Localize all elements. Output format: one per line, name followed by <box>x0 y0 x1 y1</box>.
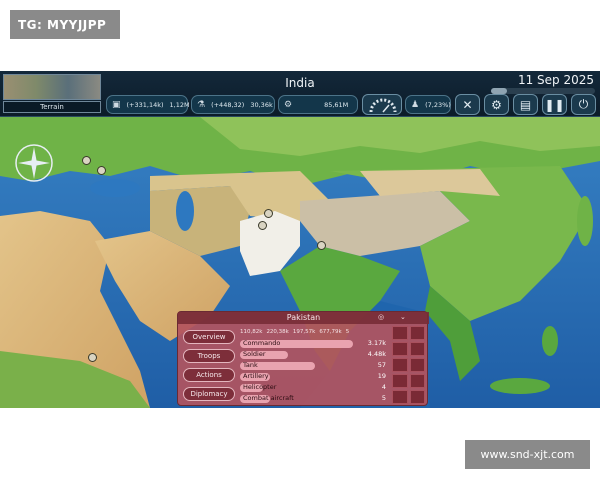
overview-tab[interactable]: Overview <box>183 330 235 344</box>
save-button[interactable]: ▤ <box>513 94 538 115</box>
resource-row: 110,82k 220,38k 197,57k 677,79k 5 <box>240 327 390 336</box>
unit-slot[interactable] <box>392 390 408 404</box>
target-icon[interactable]: ◎ <box>378 313 384 321</box>
unit-name: Helicopter <box>243 383 277 391</box>
money-income: (+331,14k) <box>126 100 164 109</box>
unit-count: 4 <box>381 383 386 391</box>
unit-slot[interactable] <box>392 326 408 340</box>
game-view[interactable]: Terrain India 11 Sep 2025 ▣ (+331,14k) 1… <box>0 71 600 408</box>
money-stat[interactable]: ▣ (+331,14k) 1,12M <box>106 95 190 114</box>
tools-icon: ✕ <box>462 97 473 112</box>
unit-slot[interactable] <box>409 342 425 356</box>
money-total: 1,12M <box>169 100 190 109</box>
unit-count: 3.17k <box>367 339 386 347</box>
resource-value: 110,82k <box>240 328 263 335</box>
diplomacy-tab[interactable]: Diplomacy <box>183 387 235 401</box>
power-button[interactable]: ⏻ <box>571 94 596 115</box>
unit-name: Combat aircraft <box>243 394 294 402</box>
compass-icon[interactable] <box>14 143 54 183</box>
country-panel: Pakistan ◎ ⌄ Overview Troops Actions Dip… <box>177 311 429 406</box>
science-income: (+448,32) <box>211 100 245 109</box>
russia-land <box>200 117 600 156</box>
approval-value: (7,23%) <box>425 100 451 109</box>
settings-button[interactable]: ⚙ <box>484 94 509 115</box>
unit-marker[interactable] <box>88 353 97 362</box>
unit-slot[interactable] <box>392 358 408 372</box>
unit-slot[interactable] <box>409 374 425 388</box>
collapse-icon[interactable]: ⌄ <box>400 313 406 321</box>
unit-row[interactable]: Helicopter 4 <box>240 383 390 392</box>
population-total: 85,61M <box>324 100 349 109</box>
unit-count: 5 <box>381 394 386 402</box>
unit-name: Soldier <box>243 350 266 358</box>
pause-icon: ❚❚ <box>544 97 565 112</box>
flask-icon: ⚗ <box>197 99 206 110</box>
unit-slot[interactable] <box>409 390 425 404</box>
unit-marker[interactable] <box>82 156 91 165</box>
actions-tab[interactable]: Actions <box>183 368 235 382</box>
unit-count: 19 <box>377 372 386 380</box>
unit-slot[interactable] <box>392 374 408 388</box>
approval-icon: ♟ <box>411 99 420 110</box>
unit-marker[interactable] <box>97 166 106 175</box>
population-stat[interactable]: ⚙ 85,61M <box>278 95 358 114</box>
unit-count: 4.48k <box>367 350 386 358</box>
unit-row[interactable]: Tank 57 <box>240 361 390 370</box>
unit-marker[interactable] <box>258 221 267 230</box>
unit-marker[interactable] <box>264 209 273 218</box>
approval-stat[interactable]: ♟ (7,23%) <box>405 95 451 114</box>
resource-value: 220,38k <box>266 328 289 335</box>
unit-row[interactable]: Artillery 19 <box>240 372 390 381</box>
unit-row[interactable]: Combat aircraft 5 <box>240 394 390 403</box>
power-icon: ⏻ <box>578 97 589 111</box>
watermark-top: TG: MYYJJPP <box>10 10 120 39</box>
panel-title: Pakistan <box>178 312 429 324</box>
science-total: 30,36k <box>250 100 273 109</box>
save-icon: ▤ <box>519 97 532 112</box>
unit-row[interactable]: Soldier 4.48k <box>240 350 390 359</box>
unit-name: Commando <box>243 339 281 347</box>
unit-name: Artillery <box>243 372 269 380</box>
top-bar: Terrain India 11 Sep 2025 ▣ (+331,14k) 1… <box>0 71 600 117</box>
science-stat[interactable]: ⚗ (+448,32) 30,36k <box>191 95 275 114</box>
troops-tab[interactable]: Troops <box>183 349 235 363</box>
terrain-minimap[interactable] <box>3 74 101 100</box>
unit-count: 57 <box>377 361 386 369</box>
resource-value: 197,57k <box>292 328 316 335</box>
watermark-bottom: www.snd-xjt.com <box>465 440 590 469</box>
population-icon: ⚙ <box>284 99 293 110</box>
unit-slot[interactable] <box>409 358 425 372</box>
screenshot-page: { "watermarks": {"top": "TG: MYYJJPP", "… <box>0 0 600 480</box>
unit-name: Tank <box>243 361 258 369</box>
gauge-icon[interactable] <box>362 94 402 115</box>
unit-icon-grid <box>392 326 425 404</box>
unit-marker[interactable] <box>317 241 326 250</box>
pause-button[interactable]: ❚❚ <box>542 94 567 115</box>
unit-slot[interactable] <box>392 342 408 356</box>
unit-row[interactable]: Commando 3.17k <box>240 339 390 348</box>
resource-value: 5 <box>345 328 350 335</box>
gear-icon: ⚙ <box>491 97 502 112</box>
game-date: 11 Sep 2025 <box>517 73 594 87</box>
unit-slot[interactable] <box>409 326 425 340</box>
terrain-label[interactable]: Terrain <box>3 101 101 113</box>
money-icon: ▣ <box>112 99 121 110</box>
tools-button[interactable]: ✕ <box>455 94 480 115</box>
country-title: India <box>285 76 315 90</box>
resource-value: 677,79k <box>319 328 342 335</box>
